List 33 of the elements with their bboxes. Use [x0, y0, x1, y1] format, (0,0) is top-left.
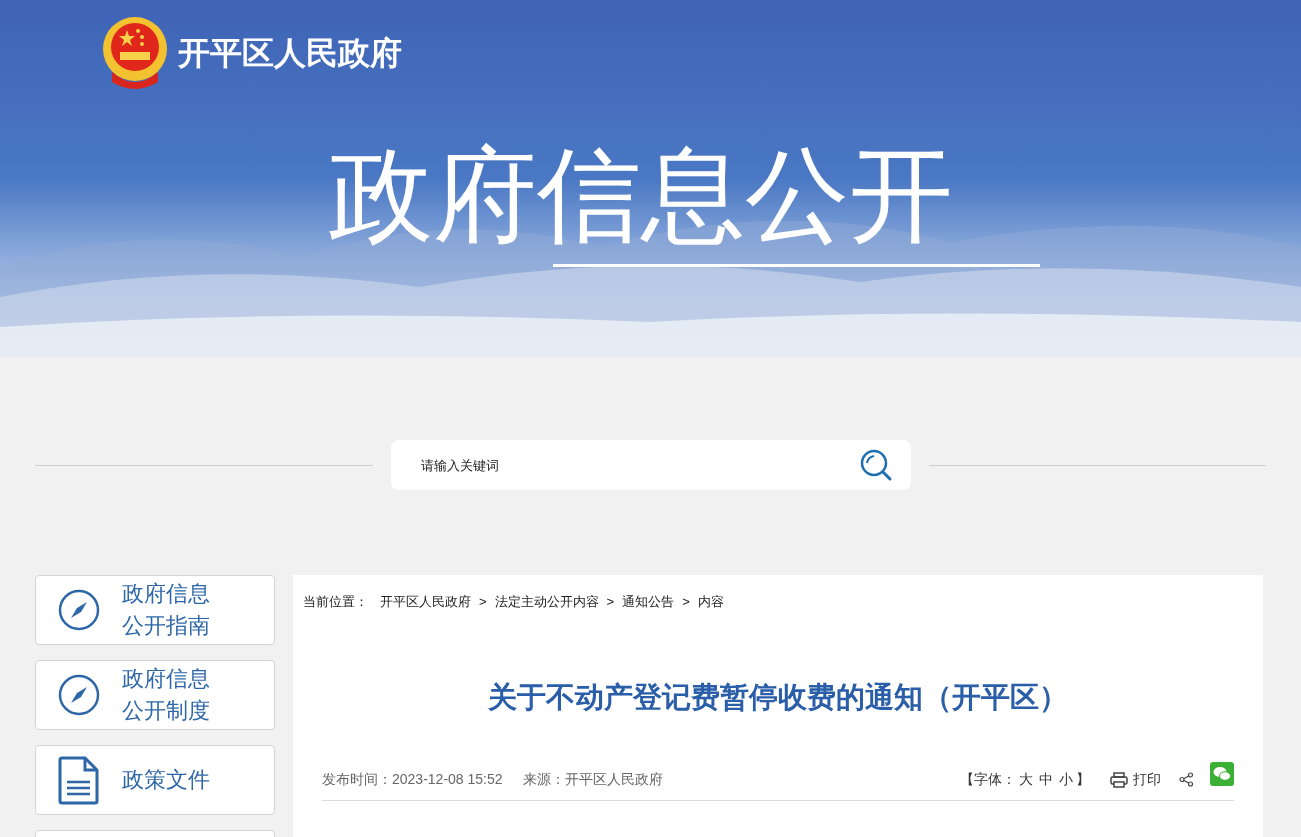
- sidebar-item-label: 政府信息公开指南: [122, 580, 211, 640]
- compass-icon: [58, 674, 100, 716]
- breadcrumb-link[interactable]: 内容: [697, 592, 724, 612]
- breadcrumb-link[interactable]: 开平区人民政府: [380, 592, 471, 612]
- font-size-bracket: 】: [1076, 770, 1090, 789]
- sidebar-item-label: 政府信息公开制度: [122, 665, 211, 725]
- sidebar-item-label: 政策文件: [122, 766, 210, 794]
- sidebar-item[interactable]: 政府信息公开制度: [35, 660, 275, 730]
- font-size-label: 【字体：: [960, 770, 1016, 789]
- article-title: 关于不动产登记费暂停收费的通知（开平区）: [487, 679, 1069, 715]
- compass-icon: [58, 589, 100, 631]
- font-size-option[interactable]: 大: [1019, 769, 1033, 790]
- share-icon[interactable]: [1179, 772, 1194, 787]
- document-icon: [58, 755, 100, 805]
- sidebar-item[interactable]: 政府信息公开指南: [35, 575, 275, 645]
- search-icon[interactable]: [858, 448, 893, 482]
- breadcrumb-label: 当前位置：: [303, 593, 368, 611]
- font-size-option[interactable]: 小: [1059, 769, 1073, 790]
- breadcrumb-separator: >: [682, 593, 690, 611]
- chat-app-icon[interactable]: [1210, 761, 1234, 786]
- site-name[interactable]: 开平区人民政府: [178, 29, 402, 77]
- printer-icon[interactable]: [1110, 771, 1128, 788]
- font-size-option[interactable]: 中: [1039, 769, 1053, 790]
- sidebar-item[interactable]: 政策文件: [35, 745, 275, 815]
- search-field[interactable]: 请输入关键词: [390, 440, 911, 490]
- breadcrumb-link[interactable]: 通知公告: [622, 592, 675, 612]
- publish-time: 发布时间：2023-12-08 15:52: [322, 770, 503, 789]
- breadcrumb-separator: >: [606, 593, 615, 611]
- breadcrumb-link[interactable]: 法定主动公开内容: [494, 592, 599, 612]
- print-link[interactable]: 打印: [1133, 769, 1161, 790]
- banner-title: 政府信息公开: [328, 136, 953, 255]
- article-source: 来源：开平区人民政府: [522, 770, 663, 789]
- breadcrumb-separator: >: [479, 593, 487, 611]
